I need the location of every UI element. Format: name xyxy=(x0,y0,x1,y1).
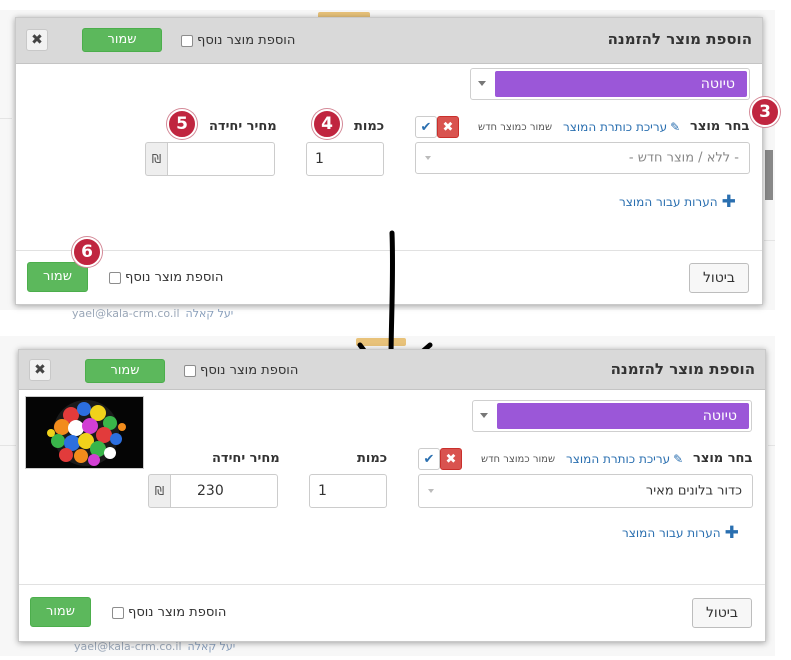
header-save-button[interactable]: שמור xyxy=(82,28,162,52)
product-image xyxy=(25,396,144,469)
cancel-button[interactable]: ביטול xyxy=(692,598,752,628)
background-email-top: yael@kala-crm.co.il יעל קאלה xyxy=(72,307,234,320)
step-6-badge: 6 xyxy=(72,237,102,267)
checkbox-box[interactable] xyxy=(184,364,196,377)
background-line xyxy=(0,445,16,446)
product-label: בחר מוצר xyxy=(690,119,750,134)
background-line xyxy=(0,118,12,119)
status-value: טיוטה xyxy=(497,403,749,429)
background-line xyxy=(764,240,775,241)
currency-addon: ₪ xyxy=(145,142,167,176)
quantity-label: כמות xyxy=(357,451,388,466)
balloon-ball-image xyxy=(26,397,143,468)
step-4-badge: 4 xyxy=(312,109,342,139)
checkbox-box[interactable] xyxy=(109,271,121,284)
edit-product-title-link[interactable]: ✎ עריכת כותרת המוצר xyxy=(563,120,680,134)
product-notes-link[interactable]: ✚ הערות עבור המוצר xyxy=(622,523,739,543)
dialog-header: הוספת מוצר להזמנה ✖ שמור הוספת מוצר נוסף xyxy=(19,350,765,390)
quantity-label: כמות xyxy=(354,119,385,134)
footer-save-button[interactable]: שמור xyxy=(30,597,91,627)
product-value: כדור בלונים מאיר xyxy=(645,483,742,499)
footer-save-button[interactable]: שמור xyxy=(27,262,88,292)
save-as-new-label: שמור כמוצר חדש xyxy=(478,122,553,133)
chevron-down-icon xyxy=(478,81,486,86)
checkbox-box[interactable] xyxy=(112,606,124,619)
close-icon: ✖ xyxy=(34,362,46,378)
pencil-icon: ✎ xyxy=(670,120,681,134)
background-line xyxy=(768,445,775,446)
edit-product-title-link[interactable]: ✎ עריכת כותרת המוצר xyxy=(566,452,683,466)
plus-icon: ✚ xyxy=(721,192,736,212)
product-notes-link[interactable]: ✚ הערות עבור המוצר xyxy=(619,192,736,212)
x-icon: ✖ xyxy=(442,120,454,135)
unit-price-input[interactable] xyxy=(167,142,275,176)
header-save-button[interactable]: שמור xyxy=(85,359,165,383)
quantity-input[interactable]: 1 xyxy=(306,142,384,176)
product-select[interactable]: כדור בלונים מאיר xyxy=(418,474,753,508)
add-another-label: הוספת מוצר נוסף xyxy=(128,605,227,620)
status-value: טיוטה xyxy=(495,71,747,97)
header-add-another-checkbox[interactable]: הוספת מוצר נוסף xyxy=(181,33,295,48)
add-another-label: הוספת מוצר נוסף xyxy=(125,270,224,285)
dialog-title: הוספת מוצר להזמנה xyxy=(607,30,752,48)
status-select[interactable]: טיוטה xyxy=(470,68,750,100)
confirm-new-product-button[interactable]: ✔ xyxy=(415,116,437,138)
step-5-badge: 5 xyxy=(167,109,197,139)
save-as-new-label: שמור כמוצר חדש xyxy=(481,454,556,465)
confirm-new-product-button[interactable]: ✔ xyxy=(418,448,440,470)
product-placeholder: - ללא / מוצר חדש - xyxy=(628,150,739,166)
close-icon: ✖ xyxy=(31,32,43,48)
cancel-new-product-button[interactable]: ✖ xyxy=(440,448,462,470)
unit-price-label: מחיר יחידה xyxy=(209,119,277,134)
add-product-dialog-filled: הוספת מוצר להזמנה ✖ שמור הוספת מוצר נוסף xyxy=(18,349,766,642)
quantity-input[interactable]: 1 xyxy=(309,474,387,508)
cancel-new-product-button[interactable]: ✖ xyxy=(437,116,459,138)
dialog-header: הוספת מוצר להזמנה ✖ שמור הוספת מוצר נוסף xyxy=(16,18,762,64)
step-3-badge: 3 xyxy=(750,97,780,127)
add-another-label: הוספת מוצר נוסף xyxy=(197,33,296,48)
dialog-footer: ביטול הוספת מוצר נוסף שמור xyxy=(19,584,765,641)
close-button[interactable]: ✖ xyxy=(29,359,51,381)
unit-price-input[interactable]: 230 xyxy=(170,474,278,508)
product-select[interactable]: - ללא / מוצר חדש - xyxy=(415,142,750,174)
footer-add-another-checkbox[interactable]: הוספת מוצר נוסף xyxy=(109,270,223,285)
close-button[interactable]: ✖ xyxy=(26,29,48,51)
dialog-title: הוספת מוצר להזמנה xyxy=(610,360,755,378)
check-icon: ✔ xyxy=(420,120,432,135)
chevron-down-icon xyxy=(425,156,431,160)
check-icon: ✔ xyxy=(423,452,435,467)
chevron-down-icon xyxy=(480,413,488,418)
unit-price-label: מחיר יחידה xyxy=(212,451,280,466)
cancel-button[interactable]: ביטול xyxy=(689,263,749,293)
status-select[interactable]: טיוטה xyxy=(472,400,752,432)
header-add-another-checkbox[interactable]: הוספת מוצר נוסף xyxy=(184,363,298,378)
checkbox-box[interactable] xyxy=(181,34,193,47)
footer-add-another-checkbox[interactable]: הוספת מוצר נוסף xyxy=(112,605,226,620)
pencil-icon: ✎ xyxy=(673,452,684,466)
background-scroll-stripe xyxy=(765,150,773,200)
add-another-label: הוספת מוצר נוסף xyxy=(200,363,299,378)
currency-addon: ₪ xyxy=(148,474,170,508)
plus-icon: ✚ xyxy=(724,523,739,543)
product-label: בחר מוצר xyxy=(693,451,753,466)
chevron-down-icon xyxy=(428,489,434,493)
x-icon: ✖ xyxy=(445,452,457,467)
